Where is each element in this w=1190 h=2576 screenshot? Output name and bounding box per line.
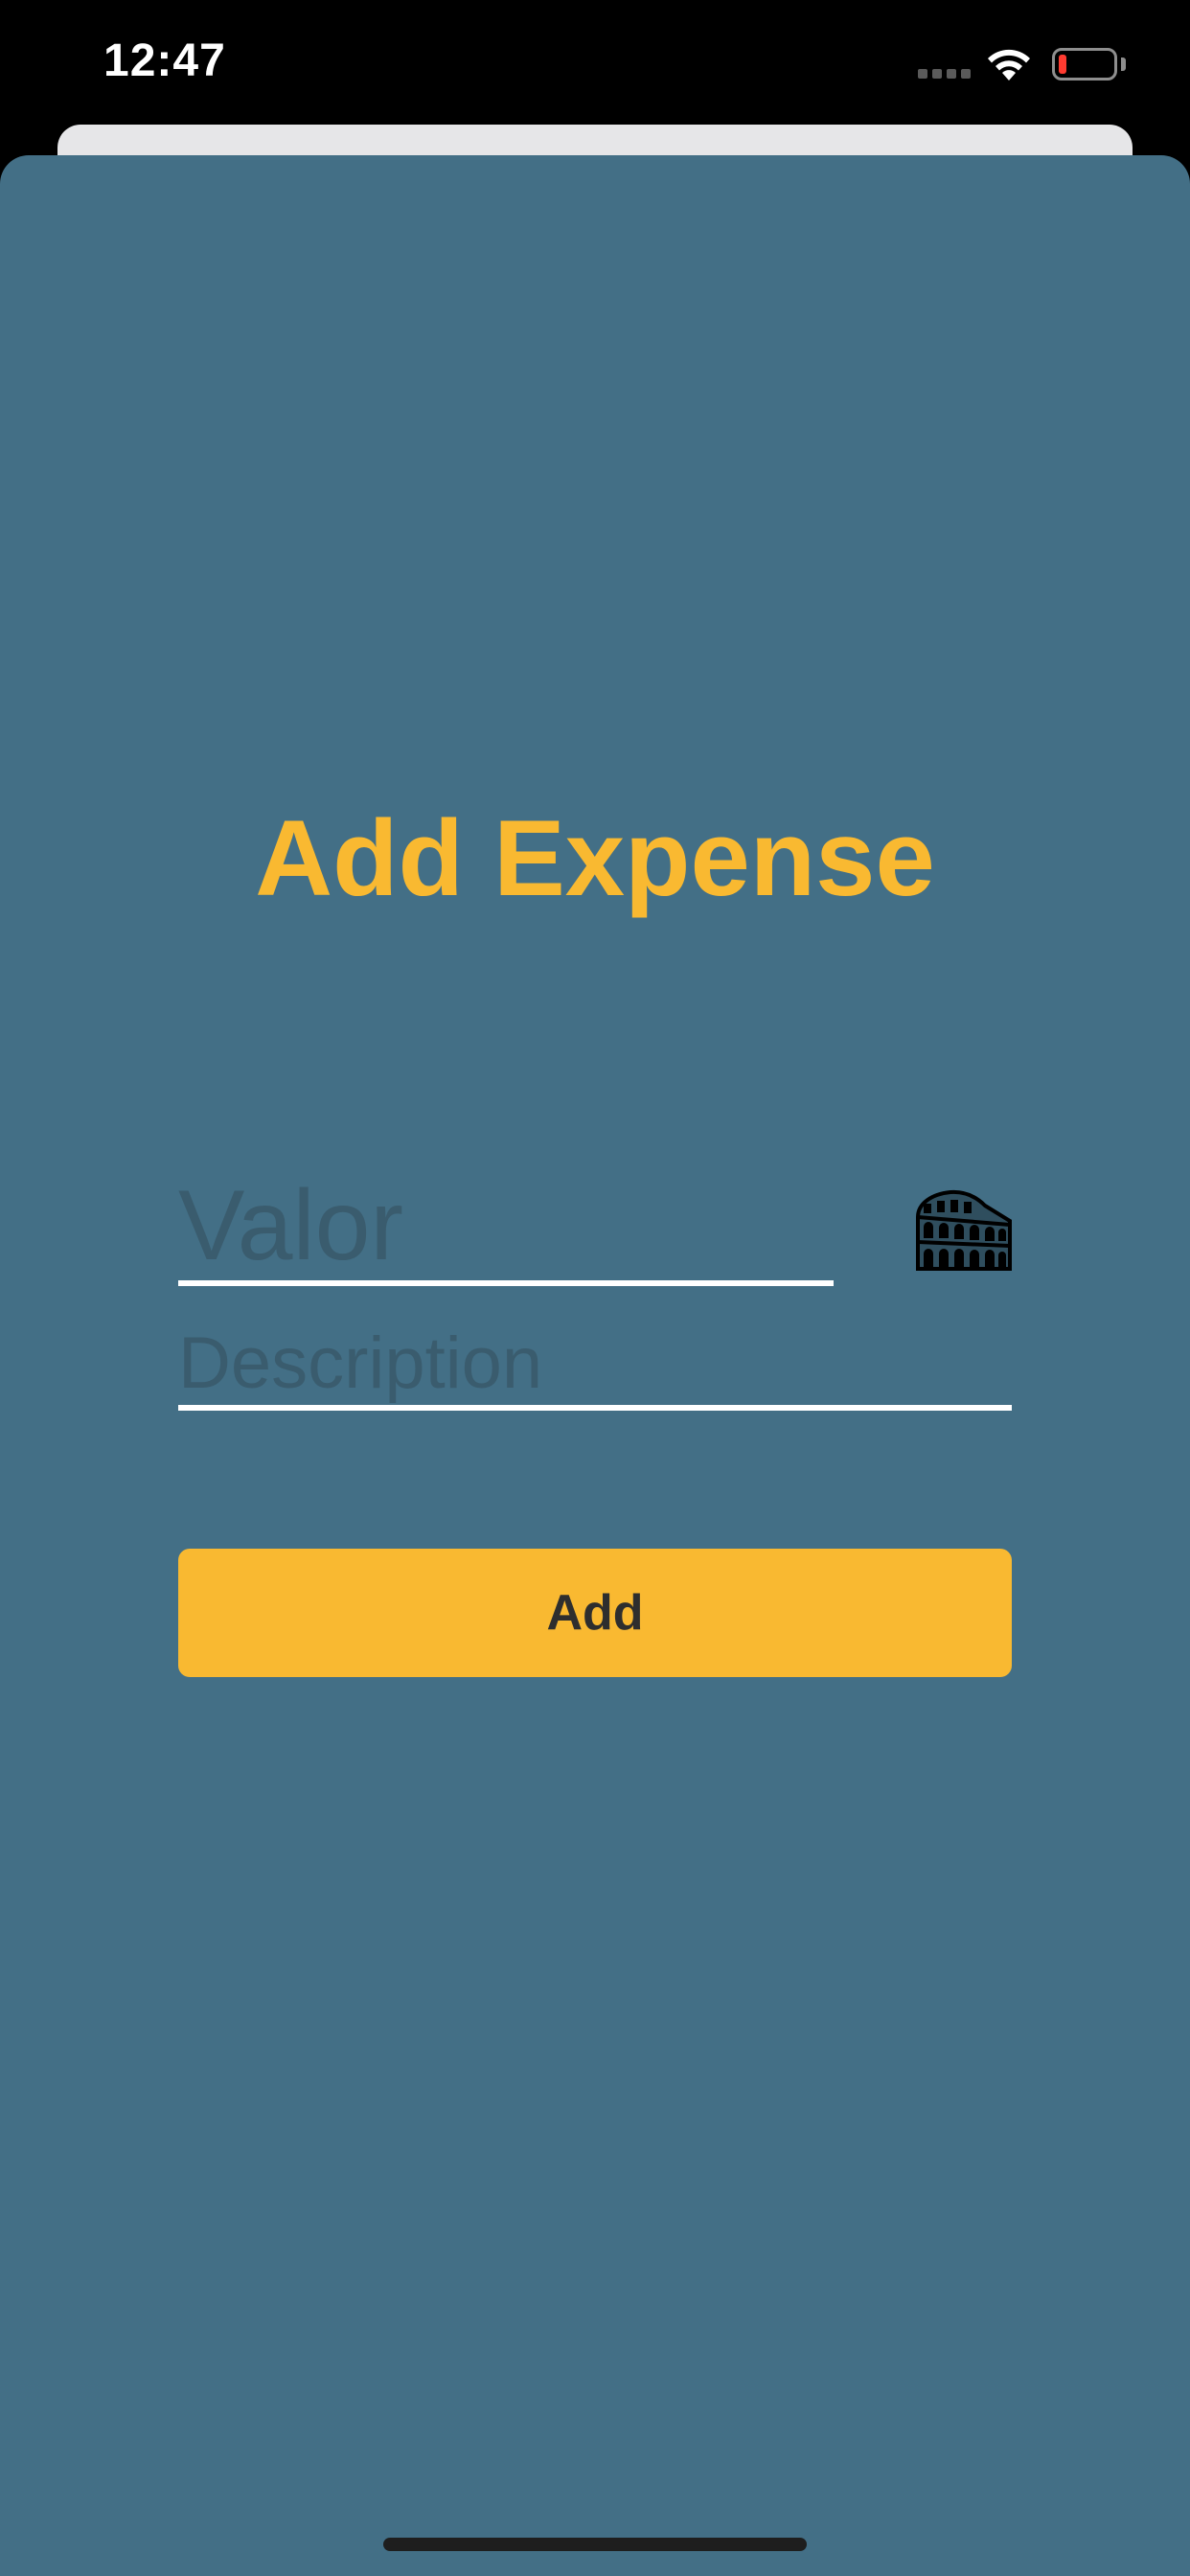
battery-cap — [1121, 58, 1126, 71]
page-title: Add Expense — [255, 798, 935, 918]
battery-level — [1059, 55, 1066, 74]
wifi-icon — [988, 49, 1030, 80]
screen: 12:47 Add Expense Valor Description Add — [0, 0, 1190, 2576]
home-indicator[interactable] — [383, 2538, 807, 2551]
cellular-signal-icon — [918, 69, 971, 79]
value-input[interactable] — [178, 1171, 834, 1286]
coliseum-icon[interactable] — [914, 1188, 1014, 1271]
add-button[interactable]: Add — [178, 1549, 1012, 1677]
description-input[interactable] — [178, 1321, 1012, 1411]
status-bar: 12:47 — [0, 0, 1190, 125]
status-time: 12:47 — [103, 35, 226, 86]
battery-icon — [1052, 48, 1117, 80]
